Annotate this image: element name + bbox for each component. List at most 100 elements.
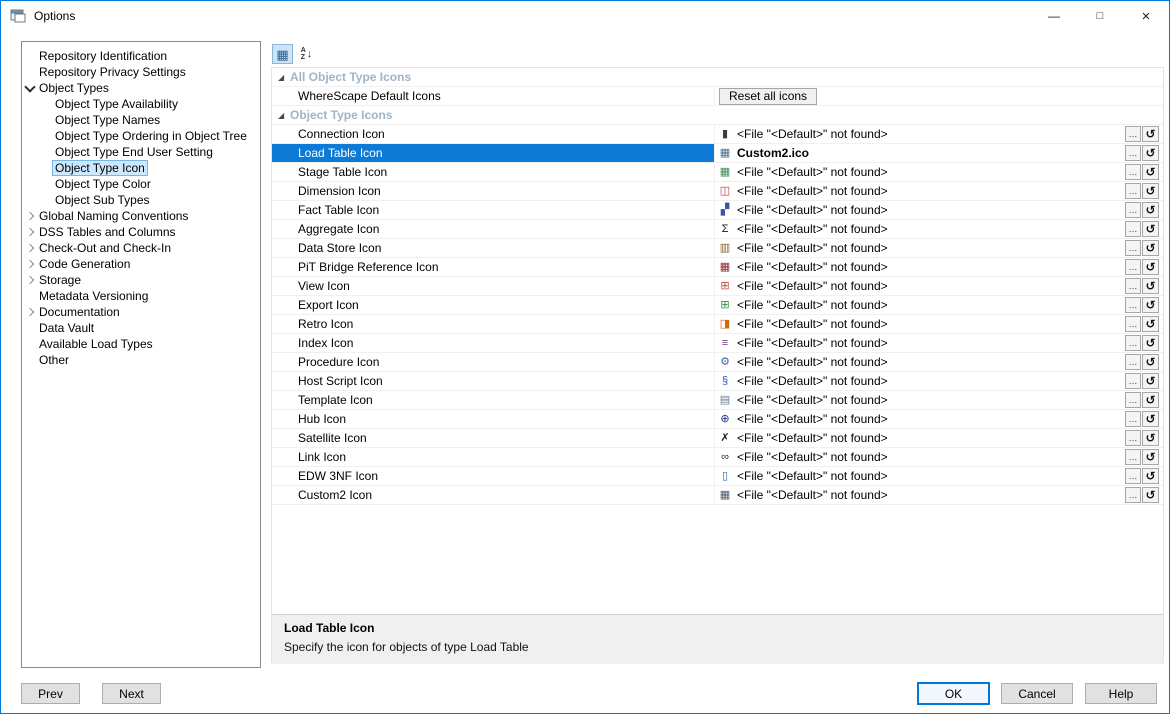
- reset-all-icons-button[interactable]: Reset all icons: [719, 87, 818, 105]
- reset-icon-button[interactable]: ↺: [1142, 126, 1159, 142]
- reset-icon-button[interactable]: ↺: [1142, 430, 1159, 446]
- property-value-cell[interactable]: ▦ <File "<Default>" not found> … ↺: [714, 258, 1163, 276]
- browse-button[interactable]: …: [1125, 145, 1141, 161]
- reset-icon-button[interactable]: ↺: [1142, 392, 1159, 408]
- property-row-pit-bridge-reference-icon[interactable]: PiT Bridge Reference Icon ▦ <File "<Defaul…: [272, 258, 1163, 277]
- tree-item-check-out-and-check-in[interactable]: Check-Out and Check-In: [22, 240, 260, 256]
- property-row-view-icon[interactable]: View Icon ⊞ <File "<Default>" not found> … ↺: [272, 277, 1163, 296]
- tree-item-data-vault[interactable]: Data Vault: [22, 320, 260, 336]
- tree-item-object-type-color[interactable]: Object Type Color: [22, 176, 260, 192]
- property-value-cell[interactable]: ⊞ <File "<Default>" not found> … ↺: [714, 277, 1163, 295]
- chevron-collapsed-icon[interactable]: [25, 259, 35, 269]
- browse-button[interactable]: …: [1125, 316, 1141, 332]
- tree-item-repository-identification[interactable]: Repository Identification: [22, 48, 260, 64]
- tree-item-object-sub-types[interactable]: Object Sub Types: [22, 192, 260, 208]
- property-row-retro-icon[interactable]: Retro Icon ◨ <File "<Default>" not found> ……: [272, 315, 1163, 334]
- property-row-template-icon[interactable]: Template Icon ▤ <File "<Default>" not foun…: [272, 391, 1163, 410]
- tree-item-object-type-availability[interactable]: Object Type Availability: [22, 96, 260, 112]
- prev-button[interactable]: Prev: [21, 683, 80, 704]
- property-value-cell[interactable]: Σ <File "<Default>" not found> … ↺: [714, 220, 1163, 238]
- browse-button[interactable]: …: [1125, 297, 1141, 313]
- reset-icon-button[interactable]: ↺: [1142, 316, 1159, 332]
- browse-button[interactable]: …: [1125, 278, 1141, 294]
- property-value-cell[interactable]: ▮ <File "<Default>" not found> … ↺: [714, 125, 1163, 143]
- reset-icon-button[interactable]: ↺: [1142, 164, 1159, 180]
- tree-item-available-load-types[interactable]: Available Load Types: [22, 336, 260, 352]
- help-button[interactable]: Help: [1085, 683, 1157, 704]
- property-row-satellite-icon[interactable]: Satellite Icon ✗ <File "<Default>" not fou…: [272, 429, 1163, 448]
- category-expander-icon[interactable]: ◢: [278, 111, 290, 120]
- property-row-aggregate-icon[interactable]: Aggregate Icon Σ <File "<Default>" not fou…: [272, 220, 1163, 239]
- chevron-collapsed-icon[interactable]: [25, 227, 35, 237]
- reset-icon-button[interactable]: ↺: [1142, 278, 1159, 294]
- property-value-cell[interactable]: ⚙ <File "<Default>" not found> … ↺: [714, 353, 1163, 371]
- property-value-cell[interactable]: § <File "<Default>" not found> … ↺: [714, 372, 1163, 390]
- property-row-link-icon[interactable]: Link Icon ∞ <File "<Default>" not found> … ↺: [272, 448, 1163, 467]
- tree-item-global-naming-conventions[interactable]: Global Naming Conventions: [22, 208, 260, 224]
- tree-item-repository-privacy-settings[interactable]: Repository Privacy Settings: [22, 64, 260, 80]
- browse-button[interactable]: …: [1125, 373, 1141, 389]
- property-value-cell[interactable]: ▤ <File "<Default>" not found> … ↺: [714, 391, 1163, 409]
- property-row-index-icon[interactable]: Index Icon ≡ <File "<Default>" not found> ……: [272, 334, 1163, 353]
- browse-button[interactable]: …: [1125, 126, 1141, 142]
- browse-button[interactable]: …: [1125, 392, 1141, 408]
- property-value-cell[interactable]: ▞ <File "<Default>" not found> … ↺: [714, 201, 1163, 219]
- tree-item-other[interactable]: Other: [22, 352, 260, 368]
- tree-item-dss-tables-and-columns[interactable]: DSS Tables and Columns: [22, 224, 260, 240]
- reset-icon-button[interactable]: ↺: [1142, 373, 1159, 389]
- property-row-connection-icon[interactable]: Connection Icon ▮ <File "<Default>" not fo…: [272, 125, 1163, 144]
- browse-button[interactable]: …: [1125, 335, 1141, 351]
- ok-button[interactable]: OK: [917, 682, 990, 705]
- browse-button[interactable]: …: [1125, 259, 1141, 275]
- tree-item-code-generation[interactable]: Code Generation: [22, 256, 260, 272]
- chevron-collapsed-icon[interactable]: [25, 307, 35, 317]
- tree-item-documentation[interactable]: Documentation: [22, 304, 260, 320]
- property-value-cell[interactable]: ⊕ <File "<Default>" not found> … ↺: [714, 410, 1163, 428]
- reset-icon-button[interactable]: ↺: [1142, 259, 1159, 275]
- reset-icon-button[interactable]: ↺: [1142, 487, 1159, 503]
- category-expander-icon[interactable]: ◢: [278, 73, 290, 82]
- browse-button[interactable]: …: [1125, 164, 1141, 180]
- property-value-cell[interactable]: ▥ <File "<Default>" not found> … ↺: [714, 239, 1163, 257]
- chevron-collapsed-icon[interactable]: [25, 211, 35, 221]
- category-row-all-object-type-icons[interactable]: ◢ All Object Type Icons: [272, 68, 1163, 87]
- category-row-object-type-icons[interactable]: ◢ Object Type Icons: [272, 106, 1163, 125]
- browse-button[interactable]: …: [1125, 430, 1141, 446]
- property-value-cell[interactable]: ≡ <File "<Default>" not found> … ↺: [714, 334, 1163, 352]
- next-button[interactable]: Next: [102, 683, 161, 704]
- reset-icon-button[interactable]: ↺: [1142, 297, 1159, 313]
- tree-item-metadata-versioning[interactable]: Metadata Versioning: [22, 288, 260, 304]
- minimize-button[interactable]: —: [1031, 1, 1077, 31]
- tree-item-storage[interactable]: Storage: [22, 272, 260, 288]
- chevron-collapsed-icon[interactable]: [25, 275, 35, 285]
- tree-item-object-type-icon[interactable]: Object Type Icon: [22, 160, 260, 176]
- alphabetical-sort-button[interactable]: A Z ↓: [296, 44, 317, 64]
- property-value-cell[interactable]: ◫ <File "<Default>" not found> … ↺: [714, 182, 1163, 200]
- property-row-edw-3nf-icon[interactable]: EDW 3NF Icon ▯ <File "<Default>" not found…: [272, 467, 1163, 486]
- property-row-load-table-icon[interactable]: Load Table Icon ▦ Custom2.ico … ↺: [272, 144, 1163, 163]
- property-row-hub-icon[interactable]: Hub Icon ⊕ <File "<Default>" not found> … ↺: [272, 410, 1163, 429]
- property-row-host-script-icon[interactable]: Host Script Icon § <File "<Default>" not f…: [272, 372, 1163, 391]
- categorized-view-button[interactable]: ▦: [272, 44, 293, 64]
- browse-button[interactable]: …: [1125, 487, 1141, 503]
- tree-item-object-type-names[interactable]: Object Type Names: [22, 112, 260, 128]
- property-value-cell[interactable]: ◨ <File "<Default>" not found> … ↺: [714, 315, 1163, 333]
- browse-button[interactable]: …: [1125, 240, 1141, 256]
- property-value-cell[interactable]: ∞ <File "<Default>" not found> … ↺: [714, 448, 1163, 466]
- property-value-cell[interactable]: ▦ <File "<Default>" not found> … ↺: [714, 163, 1163, 181]
- property-row-dimension-icon[interactable]: Dimension Icon ◫ <File "<Default>" not fou…: [272, 182, 1163, 201]
- cancel-button[interactable]: Cancel: [1001, 683, 1073, 704]
- browse-button[interactable]: …: [1125, 221, 1141, 237]
- browse-button[interactable]: …: [1125, 354, 1141, 370]
- reset-icon-button[interactable]: ↺: [1142, 145, 1159, 161]
- property-row-data-store-icon[interactable]: Data Store Icon ▥ <File "<Default>" not fo…: [272, 239, 1163, 258]
- close-button[interactable]: ×: [1123, 1, 1169, 31]
- property-row-fact-table-icon[interactable]: Fact Table Icon ▞ <File "<Default>" not fo…: [272, 201, 1163, 220]
- property-row-stage-table-icon[interactable]: Stage Table Icon ▦ <File "<Default>" not f…: [272, 163, 1163, 182]
- property-row-procedure-icon[interactable]: Procedure Icon ⚙ <File "<Default>" not fou…: [272, 353, 1163, 372]
- property-value-cell[interactable]: ▦ Custom2.ico … ↺: [714, 144, 1163, 162]
- tree-item-object-type-ordering-in-object-tree[interactable]: Object Type Ordering in Object Tree: [22, 128, 260, 144]
- reset-icon-button[interactable]: ↺: [1142, 335, 1159, 351]
- property-value-cell[interactable]: ▯ <File "<Default>" not found> … ↺: [714, 467, 1163, 485]
- property-value-cell[interactable]: ✗ <File "<Default>" not found> … ↺: [714, 429, 1163, 447]
